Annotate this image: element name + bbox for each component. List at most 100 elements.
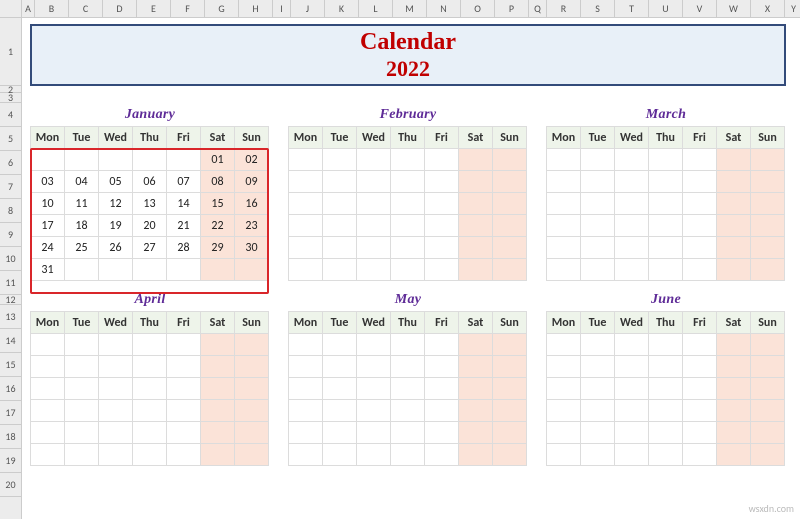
day-cell[interactable] (581, 400, 615, 422)
col-X[interactable]: X (751, 0, 785, 17)
day-cell[interactable] (133, 400, 167, 422)
day-cell[interactable] (615, 444, 649, 466)
day-cell[interactable] (615, 400, 649, 422)
col-J[interactable]: J (291, 0, 325, 17)
day-cell[interactable] (493, 149, 527, 171)
day-cell[interactable] (357, 334, 391, 356)
day-cell[interactable] (683, 444, 717, 466)
day-cell[interactable] (459, 193, 493, 215)
day-cell[interactable] (717, 356, 751, 378)
day-cell[interactable] (133, 378, 167, 400)
day-cell[interactable] (133, 356, 167, 378)
day-cell[interactable] (493, 378, 527, 400)
day-cell[interactable]: 23 (235, 215, 269, 237)
day-cell[interactable] (201, 356, 235, 378)
day-cell[interactable] (751, 259, 785, 281)
day-cell[interactable] (649, 444, 683, 466)
day-cell[interactable] (235, 334, 269, 356)
day-cell[interactable] (493, 444, 527, 466)
day-cell[interactable] (615, 215, 649, 237)
day-cell[interactable] (201, 259, 235, 281)
day-cell[interactable] (425, 171, 459, 193)
day-cell[interactable] (581, 259, 615, 281)
day-cell[interactable] (235, 444, 269, 466)
day-cell[interactable] (323, 171, 357, 193)
day-cell[interactable]: 07 (167, 171, 201, 193)
day-cell[interactable] (323, 334, 357, 356)
day-cell[interactable]: 16 (235, 193, 269, 215)
day-cell[interactable] (289, 378, 323, 400)
row-1[interactable]: 1 (0, 18, 21, 86)
day-cell[interactable] (65, 378, 99, 400)
day-cell[interactable] (425, 400, 459, 422)
row-11[interactable]: 11 (0, 271, 21, 295)
day-cell[interactable] (133, 422, 167, 444)
day-cell[interactable] (581, 215, 615, 237)
col-P[interactable]: P (495, 0, 529, 17)
day-cell[interactable] (751, 356, 785, 378)
col-Y[interactable]: Y (785, 0, 800, 17)
day-cell[interactable] (751, 193, 785, 215)
day-cell[interactable] (615, 422, 649, 444)
day-cell[interactable] (493, 334, 527, 356)
row-20[interactable]: 20 (0, 473, 21, 497)
row-8[interactable]: 8 (0, 199, 21, 223)
day-cell[interactable] (201, 444, 235, 466)
col-B[interactable]: B (35, 0, 69, 17)
day-cell[interactable] (65, 334, 99, 356)
day-cell[interactable] (751, 149, 785, 171)
day-cell[interactable] (391, 259, 425, 281)
day-cell[interactable] (581, 193, 615, 215)
day-cell[interactable]: 31 (31, 259, 65, 281)
day-cell[interactable] (65, 444, 99, 466)
day-cell[interactable] (133, 334, 167, 356)
day-cell[interactable] (581, 356, 615, 378)
day-cell[interactable] (683, 259, 717, 281)
day-cell[interactable] (391, 444, 425, 466)
day-cell[interactable] (425, 422, 459, 444)
day-cell[interactable] (717, 378, 751, 400)
day-cell[interactable] (323, 356, 357, 378)
col-U[interactable]: U (649, 0, 683, 17)
day-cell[interactable]: 06 (133, 171, 167, 193)
day-cell[interactable] (717, 149, 751, 171)
day-cell[interactable] (459, 378, 493, 400)
day-cell[interactable] (649, 237, 683, 259)
day-cell[interactable] (615, 259, 649, 281)
day-cell[interactable] (581, 237, 615, 259)
day-cell[interactable] (99, 259, 133, 281)
day-cell[interactable] (65, 356, 99, 378)
day-cell[interactable] (425, 444, 459, 466)
day-cell[interactable]: 02 (235, 149, 269, 171)
col-I[interactable]: I (273, 0, 291, 17)
col-N[interactable]: N (427, 0, 461, 17)
day-cell[interactable] (391, 215, 425, 237)
day-cell[interactable] (289, 237, 323, 259)
day-cell[interactable] (459, 149, 493, 171)
day-cell[interactable]: 08 (201, 171, 235, 193)
day-cell[interactable] (547, 237, 581, 259)
day-cell[interactable] (615, 356, 649, 378)
row-12[interactable]: 12 (0, 295, 21, 305)
day-cell[interactable] (357, 356, 391, 378)
day-cell[interactable] (391, 400, 425, 422)
row-16[interactable]: 16 (0, 377, 21, 401)
day-cell[interactable] (425, 149, 459, 171)
day-cell[interactable] (581, 149, 615, 171)
day-cell[interactable] (391, 378, 425, 400)
day-cell[interactable]: 30 (235, 237, 269, 259)
day-cell[interactable] (459, 259, 493, 281)
day-cell[interactable] (167, 356, 201, 378)
col-G[interactable]: G (205, 0, 239, 17)
day-cell[interactable]: 20 (133, 215, 167, 237)
row-7[interactable]: 7 (0, 175, 21, 199)
day-cell[interactable] (133, 149, 167, 171)
day-cell[interactable] (751, 378, 785, 400)
day-cell[interactable] (133, 444, 167, 466)
day-cell[interactable] (649, 334, 683, 356)
day-cell[interactable] (683, 378, 717, 400)
day-cell[interactable] (547, 334, 581, 356)
day-cell[interactable] (357, 215, 391, 237)
day-cell[interactable] (323, 149, 357, 171)
day-cell[interactable] (459, 334, 493, 356)
